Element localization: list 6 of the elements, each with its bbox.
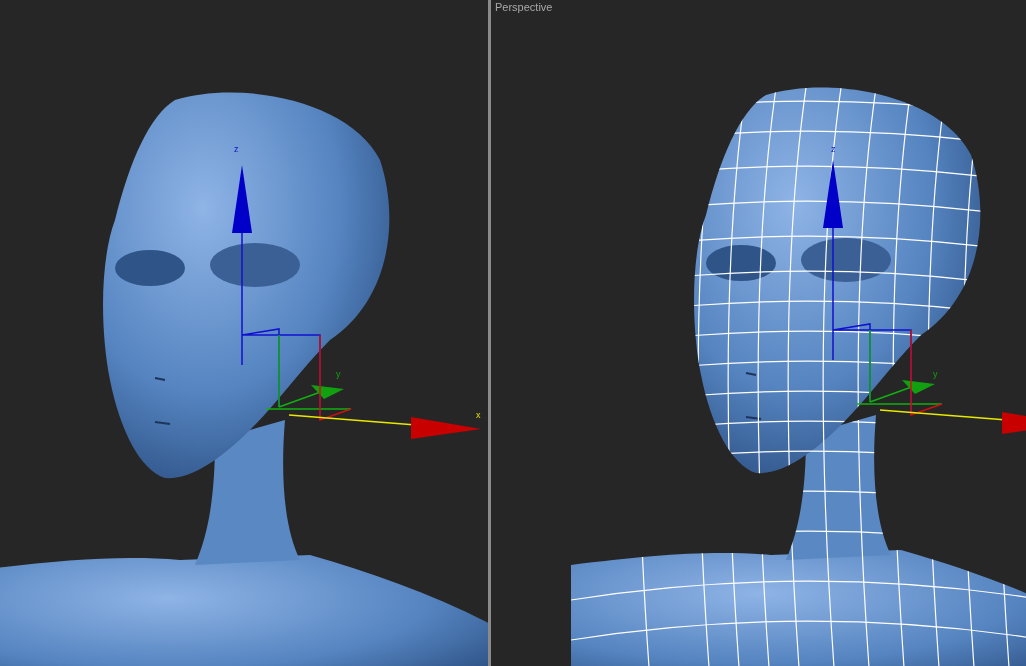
axis-label: z (234, 144, 239, 154)
axis-label: y (933, 369, 938, 379)
axis-label: x (476, 410, 481, 420)
viewport-label[interactable]: Perspective (495, 0, 553, 14)
axis-label: y (336, 369, 341, 379)
axis-label: z (831, 144, 836, 154)
